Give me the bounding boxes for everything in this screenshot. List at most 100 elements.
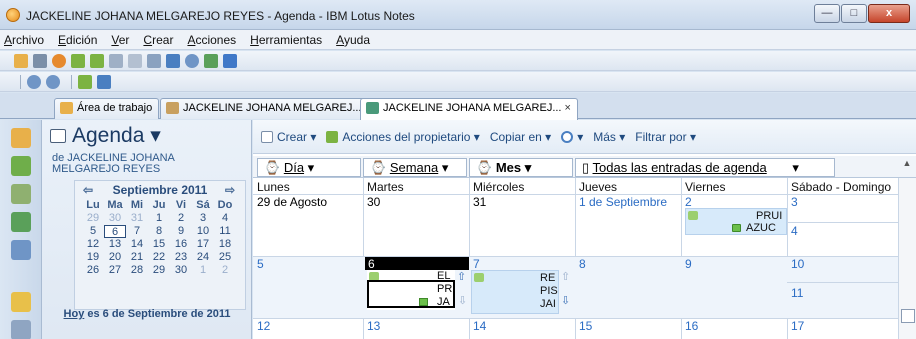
mini-day[interactable]: 16	[170, 238, 192, 251]
vertical-scrollbar[interactable]	[898, 178, 916, 339]
scroll-up-arrow-icon[interactable]: ⇧	[561, 270, 570, 283]
mini-day[interactable]: 13	[104, 238, 126, 251]
today-link[interactable]: Hoy	[64, 308, 85, 320]
mini-day[interactable]: 8	[148, 225, 170, 238]
day-cell[interactable]: 13	[363, 319, 380, 333]
back-icon[interactable]	[90, 53, 104, 68]
mini-day[interactable]: 29	[82, 212, 104, 225]
mini-day[interactable]: 27	[104, 264, 126, 277]
link-icon[interactable]	[128, 53, 142, 68]
tab-workspace[interactable]: Área de trabajo	[54, 98, 160, 119]
home-icon[interactable]	[11, 128, 31, 148]
day-cell[interactable]: 2	[681, 195, 692, 209]
scroll-down-arrow-icon[interactable]: ⇩	[561, 294, 570, 307]
mini-day[interactable]: 14	[126, 238, 148, 251]
tab-all-entries[interactable]: ▯ Todas las entradas de agenda ▾	[575, 158, 835, 177]
day-cell[interactable]: 14	[469, 319, 486, 333]
mini-day[interactable]: 29	[148, 264, 170, 277]
mini-day[interactable]: 10	[192, 225, 214, 238]
day-cell[interactable]: 10	[787, 257, 804, 271]
day-cell[interactable]: 11	[787, 286, 803, 300]
day-cell[interactable]: 1 de Septiembre	[575, 195, 667, 209]
mini-day[interactable]: 21	[126, 251, 148, 264]
tab-calendar[interactable]: JACKELINE JOHANA MELGAREJ... ×	[360, 98, 578, 120]
filter-button[interactable]: Filtrar por ▾	[635, 130, 696, 144]
maximize-button[interactable]: □	[841, 4, 867, 23]
contacts-icon[interactable]	[11, 184, 31, 204]
replication-icon[interactable]	[11, 240, 31, 260]
zoom-in-icon[interactable]	[27, 74, 41, 89]
day-cell-today[interactable]: 6	[365, 257, 469, 271]
table-icon[interactable]	[147, 53, 161, 68]
reply-icon[interactable]	[109, 53, 123, 68]
mini-day[interactable]: 23	[170, 251, 192, 264]
scroll-up-icon[interactable]: ▲	[900, 158, 914, 174]
menu-acciones[interactable]: Acciones	[187, 33, 236, 47]
print-icon[interactable]	[33, 53, 47, 68]
mini-day[interactable]: 3	[192, 212, 214, 225]
day-cell[interactable]: 7	[469, 257, 480, 271]
folder-icon[interactable]	[11, 292, 31, 312]
selected-event[interactable]: PR JA	[367, 280, 455, 308]
scroll-up-arrow-icon[interactable]: ⇧	[457, 270, 466, 283]
mini-day[interactable]: 26	[82, 264, 104, 277]
tab-week[interactable]: ⌚ Semana ▾	[363, 158, 467, 177]
mini-day[interactable]: 30	[104, 212, 126, 225]
mini-day[interactable]: 30	[170, 264, 192, 277]
day-cell[interactable]: 9	[681, 257, 692, 271]
binoculars-icon[interactable]	[166, 53, 180, 68]
more-button[interactable]: Más ▾	[593, 130, 625, 144]
mini-day[interactable]: 20	[104, 251, 126, 264]
search-button[interactable]: ▾	[561, 130, 583, 144]
close-button[interactable]: x	[868, 4, 910, 23]
forward-icon[interactable]	[71, 53, 85, 68]
people-icon[interactable]	[78, 74, 92, 89]
tab-month[interactable]: ⌚ Mes ▾	[469, 158, 573, 177]
menu-archivo[interactable]: Archivo	[4, 33, 44, 47]
event-viernes[interactable]: PRUI AZUC	[685, 208, 787, 235]
scroll-thumb[interactable]	[901, 309, 915, 323]
refresh-icon[interactable]	[204, 53, 218, 68]
mini-day[interactable]: 7	[126, 225, 148, 238]
day-cell[interactable]: 17	[787, 319, 804, 333]
day-cell[interactable]: 16	[681, 319, 698, 333]
mini-day[interactable]: 22	[148, 251, 170, 264]
day-cell[interactable]: 31	[469, 195, 486, 209]
menu-ayuda[interactable]: Ayuda	[336, 33, 370, 47]
day-cell[interactable]: 5	[253, 257, 264, 271]
scroll-down-arrow-icon[interactable]: ⇩	[458, 294, 467, 307]
mini-day[interactable]: 12	[82, 238, 104, 251]
mini-day[interactable]: 19	[82, 251, 104, 264]
replicate-icon[interactable]	[223, 53, 237, 68]
agenda-title[interactable]: Agenda ▾	[72, 123, 161, 148]
documents-icon[interactable]	[11, 320, 31, 339]
create-button[interactable]: Crear ▾	[261, 130, 316, 144]
day-cell[interactable]: 12	[253, 319, 270, 333]
day-cell[interactable]: 4	[787, 224, 798, 238]
mini-day[interactable]: 28	[126, 264, 148, 277]
mini-day-today[interactable]: 6	[104, 225, 126, 238]
zoom-out-icon[interactable]	[46, 74, 60, 89]
day-cell[interactable]: 15	[575, 319, 592, 333]
mini-day[interactable]: 24	[192, 251, 214, 264]
day-cell[interactable]: 30	[363, 195, 380, 209]
calendar-icon[interactable]	[97, 74, 111, 89]
search-icon[interactable]	[185, 53, 199, 68]
mini-day[interactable]: 4	[214, 212, 236, 225]
prev-month-icon[interactable]: ⇦	[83, 181, 93, 199]
mini-day[interactable]: 1	[192, 264, 214, 277]
tab-day[interactable]: ⌚ Día ▾	[257, 158, 361, 177]
tab-mail[interactable]: JACKELINE JOHANA MELGAREJ...×	[160, 98, 378, 119]
owner-actions-button[interactable]: Acciones del propietario ▾	[326, 130, 480, 144]
mini-day[interactable]: 31	[126, 212, 148, 225]
mini-day[interactable]: 5	[82, 225, 104, 238]
day-cell[interactable]: 29 de Agosto	[253, 195, 327, 209]
menu-herramientas[interactable]: Herramientas	[250, 33, 322, 47]
mini-day[interactable]: 25	[214, 251, 236, 264]
mini-day[interactable]: 11	[214, 225, 236, 238]
todo-icon[interactable]	[11, 212, 31, 232]
menu-ver[interactable]: Ver	[111, 33, 129, 47]
day-cell[interactable]: 8	[575, 257, 586, 271]
mini-day[interactable]: 2	[214, 264, 236, 277]
mini-day[interactable]: 1	[148, 212, 170, 225]
